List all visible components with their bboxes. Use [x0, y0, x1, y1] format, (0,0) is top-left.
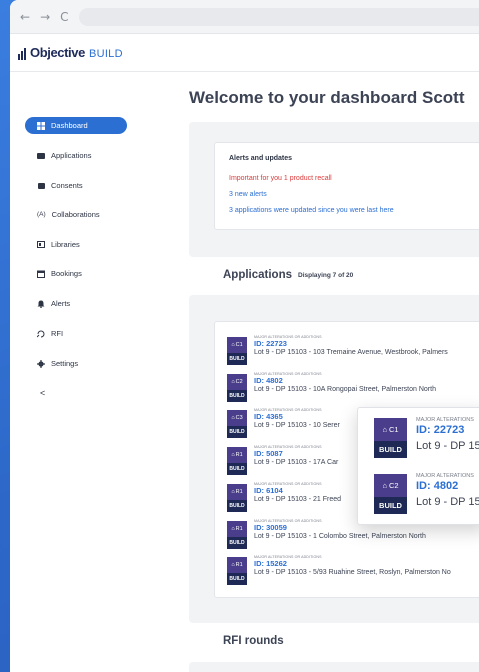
applications-icon — [37, 152, 45, 160]
application-id[interactable]: ID: 22723 — [416, 423, 479, 438]
sidebar-item-label: Alerts — [51, 299, 71, 308]
application-badge: ⌂ C3 BUILD — [227, 410, 247, 439]
reload-icon[interactable]: C — [60, 10, 68, 24]
sidebar-item-label: Dashboard — [51, 121, 88, 130]
home-icon: ⌂ — [231, 378, 235, 385]
applications-section-title: Applications — [223, 269, 293, 281]
popup-row[interactable]: ⌂ C1 BUILD MAJOR ALTERATIONS ID: 22723 Lo… — [374, 417, 479, 458]
alert-updated-applications-link[interactable]: 3 applications were updated since you we… — [229, 207, 394, 214]
collapse-sidebar-icon[interactable]: < — [40, 388, 45, 398]
browser-window: ← → C Objective BUILD Dashboard Applicat… — [10, 0, 479, 672]
application-badge: ⌂ C2 BUILD — [227, 373, 247, 402]
sidebar-item-label: Libraries — [51, 240, 80, 249]
application-id[interactable]: ID: 22723 — [254, 339, 448, 348]
sidebar-item-alerts[interactable]: Alerts — [25, 295, 127, 312]
alerts-card: Alerts and updates Important for you 1 p… — [214, 142, 479, 230]
back-arrow-icon[interactable]: ← — [20, 10, 30, 24]
alerts-title: Alerts and updates — [229, 155, 293, 162]
application-id[interactable]: ID: 4365 — [254, 412, 340, 421]
consents-icon — [37, 182, 45, 190]
table-row[interactable]: ⌂ C1 BUILD MAJOR ALTERATIONS OR ADDITIONS ID… — [227, 334, 479, 367]
app-header: Objective BUILD — [10, 34, 479, 72]
application-badge: ⌂ C1 BUILD — [227, 337, 247, 365]
application-address: Lot 9 - DP 15 — [416, 496, 479, 508]
sidebar-item-label: Collaborations — [51, 210, 100, 219]
applications-count: Displaying 7 of 20 — [298, 272, 354, 279]
home-icon: ⌂ — [382, 425, 387, 434]
sidebar-item-label: Consents — [51, 181, 83, 190]
application-badge: ⌂ C1 BUILD — [374, 418, 407, 458]
alert-new-alerts-link[interactable]: 3 new alerts — [229, 191, 267, 198]
application-address: Lot 9 - DP 15103 - 1 Colombo Street, Pal… — [254, 532, 426, 540]
application-badge: ⌂ R1 BUILD — [227, 447, 247, 476]
application-address: Lot 9 - DP 15103 - 10 Serer — [254, 422, 340, 430]
collaborations-icon: (A) — [37, 211, 46, 218]
application-zoom-popup: ⌂ C1 BUILD MAJOR ALTERATIONS ID: 22723 Lo… — [357, 407, 479, 525]
application-address: Lot 9 - DP 15 — [416, 440, 479, 452]
application-id[interactable]: ID: 4802 — [416, 479, 479, 494]
application-id[interactable]: ID: 4802 — [254, 376, 436, 385]
application-id[interactable]: ID: 15262 — [254, 559, 451, 568]
sidebar-item-label: Settings — [51, 359, 79, 368]
logo-name: Objective — [30, 45, 85, 60]
alerts-panel: Alerts and updates Important for you 1 p… — [189, 122, 479, 257]
libraries-icon — [37, 241, 45, 249]
sidebar-item-consents[interactable]: Consents — [25, 177, 127, 194]
home-icon: ⌂ — [382, 481, 387, 490]
forward-arrow-icon[interactable]: → — [40, 10, 50, 24]
logo-bars-icon — [18, 48, 26, 60]
address-bar[interactable] — [78, 7, 479, 26]
home-icon: ⌂ — [231, 415, 235, 422]
application-id[interactable]: ID: 6104 — [254, 486, 341, 495]
application-address: Lot 9 - DP 15103 - 103 Tremaine Avenue, … — [254, 349, 448, 356]
objective-build-logo[interactable]: Objective BUILD — [18, 45, 123, 60]
bookings-icon — [37, 270, 45, 278]
dashboard-icon — [37, 121, 45, 130]
application-id[interactable]: ID: 5087 — [254, 449, 338, 458]
logo-sub: BUILD — [88, 48, 123, 60]
rfi-icon — [37, 330, 45, 338]
home-icon: ⌂ — [231, 562, 235, 569]
table-row[interactable]: ⌂ C2 BUILD MAJOR ALTERATIONS OR ADDITIONS ID… — [227, 371, 479, 404]
sidebar-item-libraries[interactable]: Libraries — [25, 236, 127, 253]
sidebar-item-bookings[interactable]: Bookings — [25, 265, 127, 282]
sidebar-item-collaborations[interactable]: (A) Collaborations — [25, 206, 127, 223]
home-icon: ⌂ — [231, 525, 235, 532]
application-address: Lot 9 - DP 15103 - 5/93 Ruahine Street, … — [254, 569, 451, 577]
application-address: Lot 9 - DP 15103 - 21 Freed — [254, 495, 342, 503]
browser-toolbar: ← → C — [10, 0, 479, 34]
sidebar-item-label: Bookings — [51, 269, 82, 278]
application-badge: ⌂ R1 BUILD — [227, 483, 247, 512]
alert-product-recall-link[interactable]: Important for you 1 product recall — [229, 175, 332, 182]
home-icon: ⌂ — [231, 452, 235, 459]
sidebar: Dashboard Applications Consents (A) Coll… — [10, 72, 178, 672]
application-badge: ⌂ R1 BUILD — [227, 520, 247, 549]
home-icon: ⌂ — [231, 342, 235, 348]
sidebar-item-label: RFI — [51, 329, 64, 338]
rfi-section-title: RFI rounds — [223, 635, 284, 647]
gear-icon — [37, 359, 45, 368]
rfi-panel — [189, 662, 479, 672]
bell-icon — [37, 300, 45, 308]
sidebar-item-dashboard[interactable]: Dashboard — [25, 117, 127, 134]
sidebar-item-label: Applications — [51, 151, 92, 160]
application-badge: ⌂ C2 BUILD — [374, 474, 407, 514]
application-address: Lot 9 - DP 15103 - 10A Rongopai Street, … — [254, 385, 436, 393]
sidebar-item-rfi[interactable]: RFI — [25, 325, 127, 342]
application-badge: ⌂ R1 BUILD — [227, 557, 247, 586]
sidebar-item-applications[interactable]: Applications — [25, 147, 127, 164]
page-title: Welcome to your dashboard Scott — [189, 88, 465, 107]
popup-row[interactable]: ⌂ C2 BUILD MAJOR ALTERATIONS ID: 4802 Lot… — [374, 473, 479, 514]
main-content: Welcome to your dashboard Scott Alerts a… — [178, 72, 479, 672]
sidebar-item-settings[interactable]: Settings — [25, 355, 127, 372]
home-icon: ⌂ — [231, 488, 235, 495]
table-row[interactable]: ⌂ R1 BUILD MAJOR ALTERATIONS OR ADDITIONS ID… — [227, 554, 479, 587]
application-address: Lot 9 - DP 15103 - 17A Car — [254, 459, 339, 467]
